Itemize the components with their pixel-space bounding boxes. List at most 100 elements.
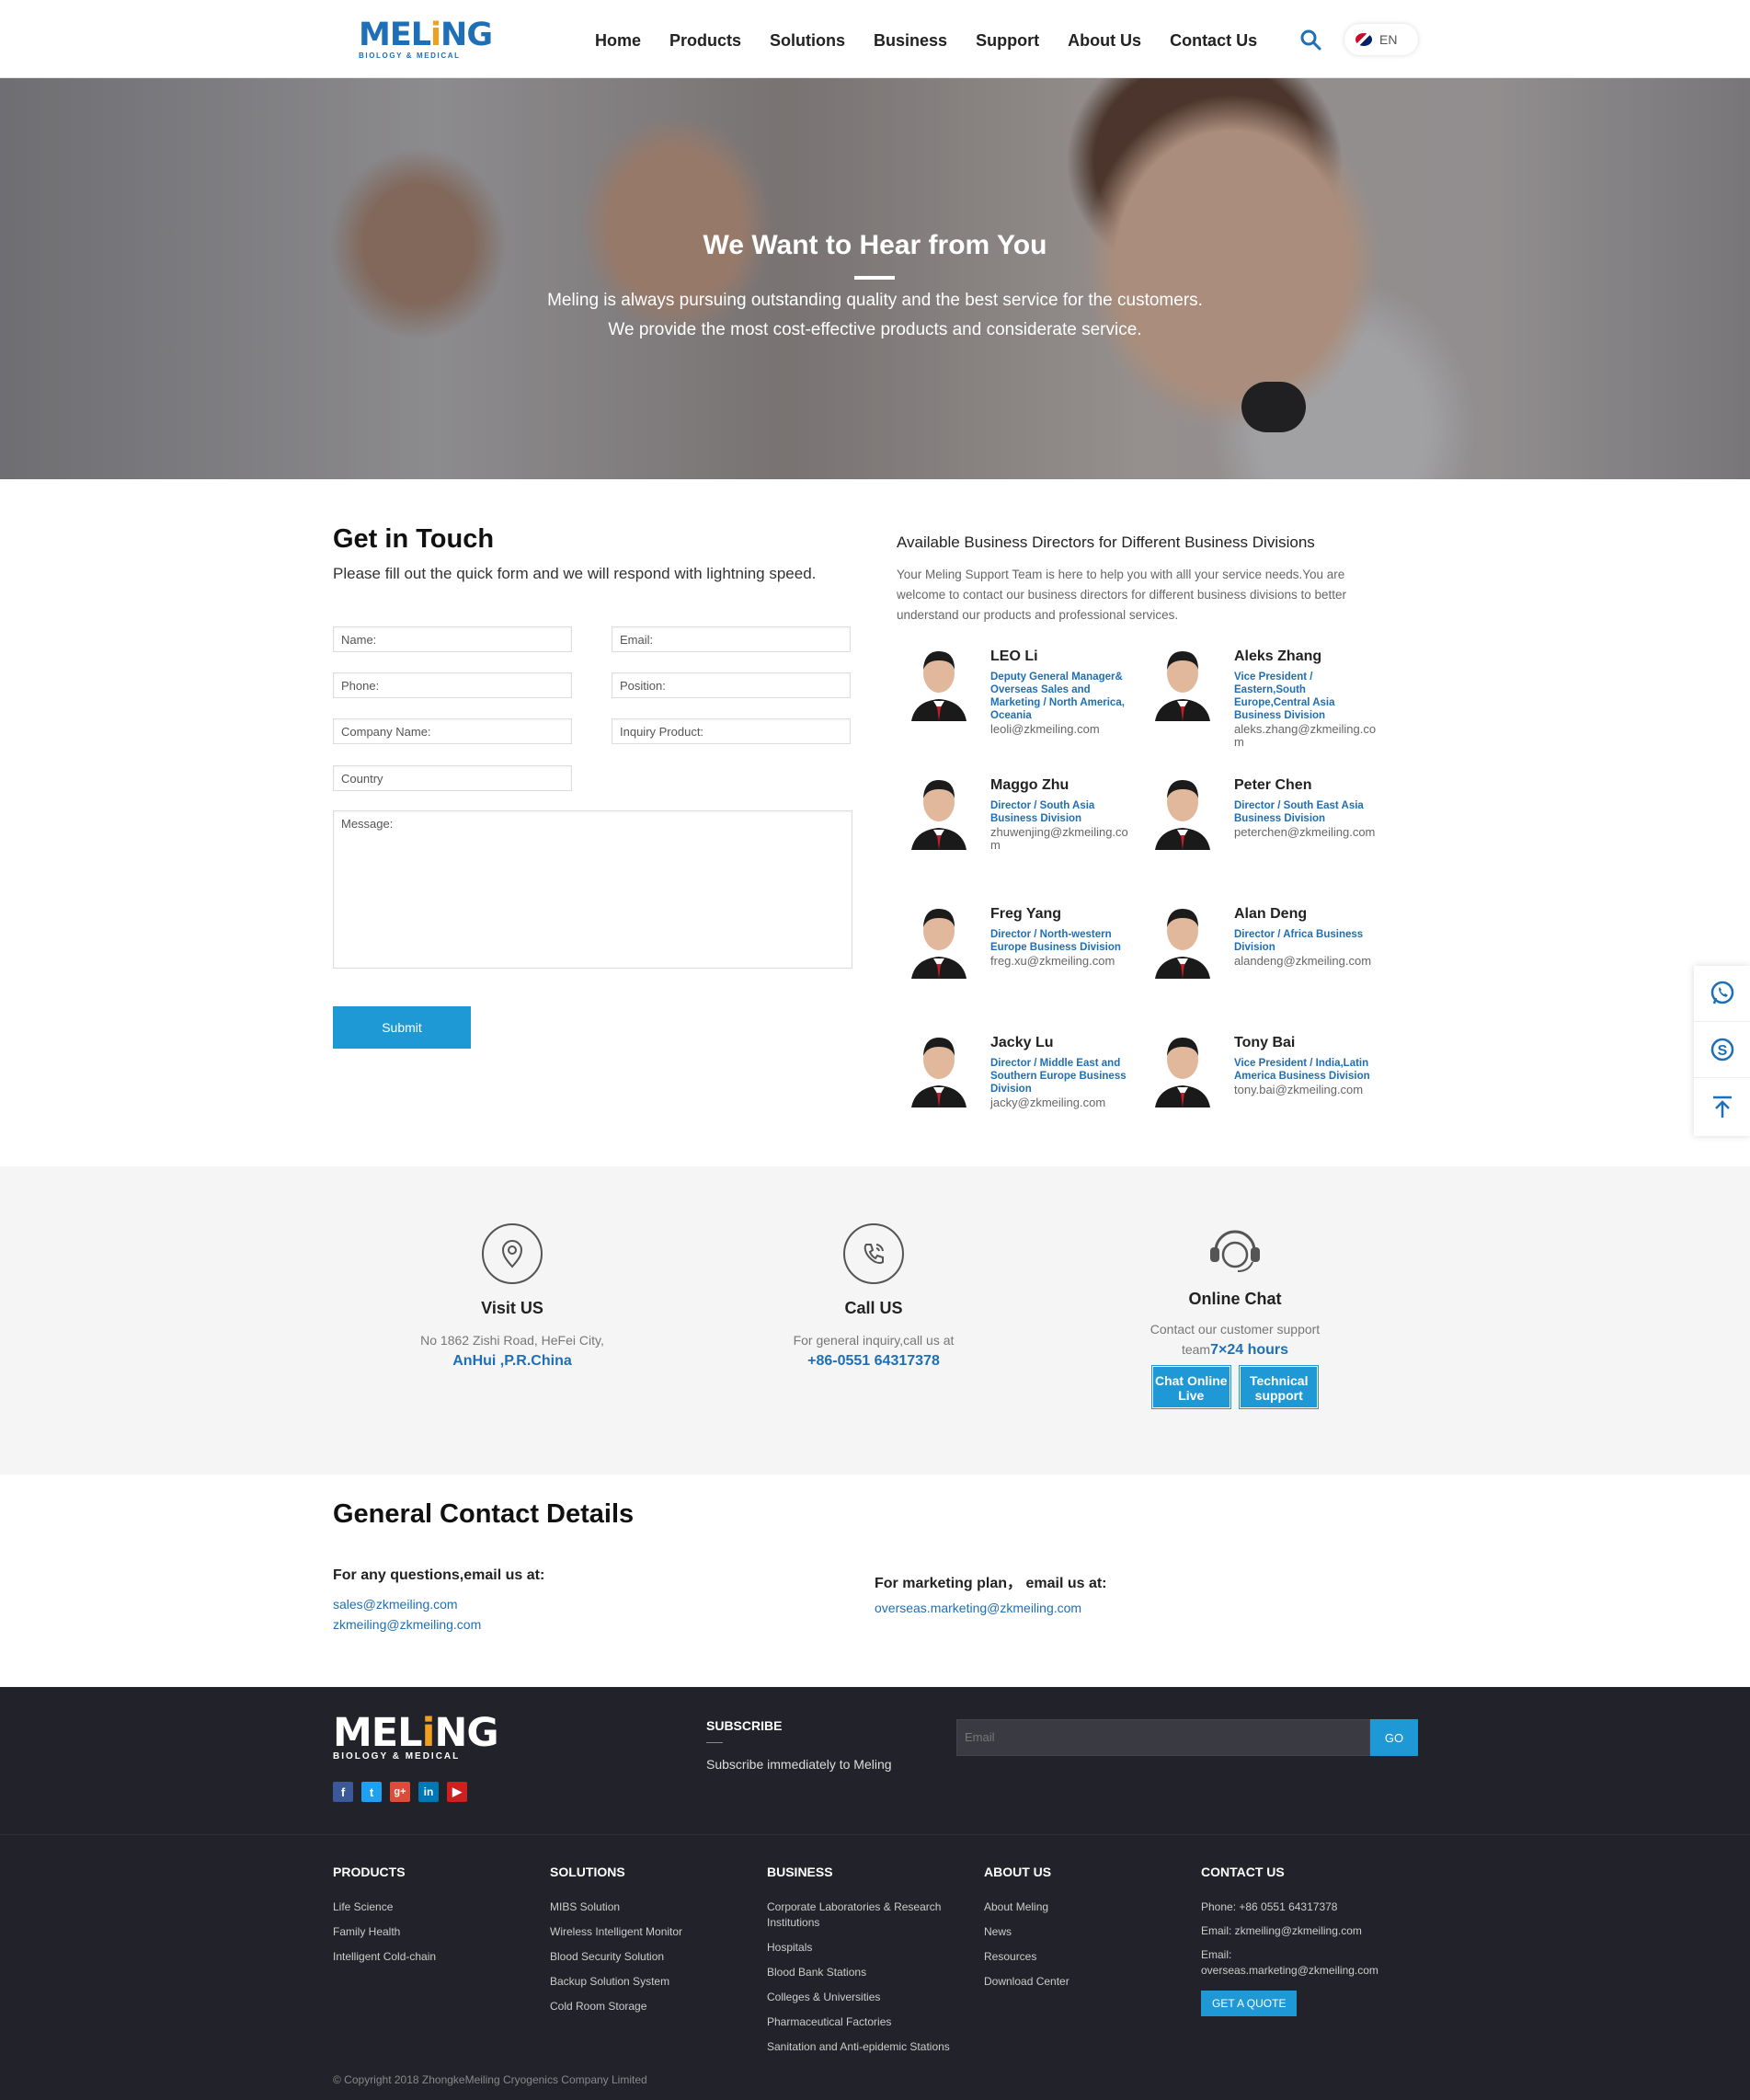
footer-link[interactable]: Cold Room Storage (550, 1999, 752, 2014)
site-footer: MELiNG BIOLOGY & MEDICAL f t g+ in ▶ SUB… (0, 1687, 1750, 2100)
footer-link[interactable]: Sanitation and Anti-epidemic Stations (767, 2039, 960, 2055)
footer-link[interactable]: Download Center (984, 1974, 1186, 1990)
nav-home[interactable]: Home (595, 31, 641, 51)
director-avatar (906, 1028, 972, 1107)
visit-us-location: AnHui ,P.R.China (452, 1353, 572, 1369)
director-role: Deputy General Manager& Overseas Sales a… (990, 671, 1138, 736)
footer-link[interactable]: Wireless Intelligent Monitor (550, 1924, 752, 1940)
contact-band: Visit US No 1862 Zishi Road, HeFei City,… (0, 1166, 1750, 1475)
subscribe-email-input[interactable]: Email (956, 1719, 1370, 1756)
submit-button[interactable]: Submit (333, 1006, 471, 1049)
footer-link[interactable]: Backup Solution System (550, 1974, 752, 1990)
director-card: Alan Deng Director / Africa Business Divi… (1140, 900, 1379, 1010)
svg-text:S: S (1717, 1043, 1727, 1059)
online-chat-hours: team7×24 hours (1181, 1342, 1289, 1358)
footer-link[interactable]: Intelligent Cold-chain (333, 1949, 535, 1965)
marketing-label: For marketing plan， email us at: (875, 1576, 1107, 1591)
footer-link[interactable]: Life Science (333, 1899, 535, 1915)
chat-online-live-button[interactable]: Chat Online Live (1150, 1365, 1231, 1409)
footer-column-title: PRODUCTS (333, 1865, 406, 1879)
director-email[interactable]: zhuwenjing@zkmeiling.com (990, 826, 1138, 852)
nav-products[interactable]: Products (669, 31, 741, 51)
director-card: LEO Li Deputy General Manager& Overseas S… (897, 642, 1136, 752)
marketing-email-link[interactable]: overseas.marketing@zkmeiling.com (875, 1601, 1081, 1615)
country-field[interactable]: Country (333, 765, 572, 791)
director-email[interactable]: jacky@zkmeiling.com (990, 1096, 1138, 1109)
footer-link[interactable]: Resources (984, 1949, 1186, 1965)
footer-link[interactable]: MIBS Solution (550, 1899, 752, 1915)
message-field[interactable]: Message: (333, 810, 852, 969)
subscribe-text: Subscribe immediately to Meling (706, 1757, 892, 1772)
director-email[interactable]: peterchen@zkmeiling.com (1234, 826, 1381, 839)
director-card: Jacky Lu Director / Middle East and South… (897, 1028, 1136, 1139)
language-switcher[interactable]: EN (1344, 24, 1418, 55)
nav-business[interactable]: Business (874, 31, 947, 51)
director-email[interactable]: tony.bai@zkmeiling.com (1234, 1084, 1381, 1096)
sales-email-link[interactable]: sales@zkmeiling.com (333, 1597, 458, 1612)
inquiry-product-field[interactable]: Inquiry Product: (612, 718, 851, 744)
director-avatar (1150, 771, 1216, 850)
zkmeiling-email-link[interactable]: zkmeiling@zkmeiling.com (333, 1617, 481, 1632)
footer-link[interactable]: About Meling (984, 1899, 1186, 1915)
search-icon[interactable] (1299, 29, 1321, 51)
call-us-number[interactable]: +86-0551 64317378 (736, 1353, 1012, 1370)
hero-banner: We Want to Hear from You Meling is alway… (0, 78, 1750, 479)
director-card: Peter Chen Director / South East Asia Bus… (1140, 771, 1379, 881)
position-field[interactable]: Position: (612, 672, 851, 698)
director-name: Maggo Zhu (990, 777, 1069, 793)
director-email[interactable]: leoli@zkmeiling.com (990, 723, 1138, 736)
questions-label: For any questions,email us at: (333, 1567, 545, 1583)
director-email[interactable]: aleks.zhang@zkmeiling.com (1234, 723, 1381, 749)
director-avatar (906, 642, 972, 721)
twitter-icon[interactable]: t (361, 1782, 382, 1802)
director-role: Director / Africa Business Division aland… (1234, 928, 1381, 968)
footer-logo[interactable]: MELiNG BIOLOGY & MEDICAL (333, 1714, 499, 1762)
footer-link[interactable]: Colleges & Universities (767, 1990, 960, 2005)
email-field[interactable]: Email: (612, 626, 851, 652)
site-logo[interactable]: MELiNG BIOLOGY & MEDICAL (359, 19, 493, 61)
nav-contact-us[interactable]: Contact Us (1170, 31, 1257, 51)
nav-support[interactable]: Support (976, 31, 1039, 51)
footer-link[interactable]: Family Health (333, 1924, 535, 1940)
nav-about-us[interactable]: About Us (1068, 31, 1141, 51)
footer-link[interactable]: Email: zkmeiling@zkmeiling.com (1201, 1923, 1403, 1939)
footer-link[interactable]: Blood Bank Stations (767, 1965, 960, 1980)
language-label: EN (1379, 32, 1398, 47)
footer-column-title: BUSINESS (767, 1865, 833, 1879)
footer-link[interactable]: Pharmaceutical Factories (767, 2014, 960, 2030)
director-name: LEO Li (990, 648, 1038, 664)
subscribe-go-button[interactable]: GO (1370, 1719, 1418, 1756)
footer-link[interactable]: News (984, 1924, 1186, 1940)
footer-column-solutions: SOLUTIONS MIBS Solution Wireless Intellige… (550, 1865, 752, 2024)
director-name: Alan Deng (1234, 906, 1308, 922)
call-us-box: Call US For general inquiry,call us at +… (736, 1223, 1012, 1370)
name-field[interactable]: Name: (333, 626, 572, 652)
footer-link[interactable]: Phone: +86 0551 64317378 (1201, 1899, 1403, 1915)
call-us-text: For general inquiry,call us at (793, 1333, 955, 1348)
footer-link[interactable]: Email: overseas.marketing@zkmeiling.com (1201, 1947, 1403, 1979)
uk-flag-icon (1355, 33, 1372, 46)
director-card: Freg Yang Director / North-western Europe… (897, 900, 1136, 1010)
company-field[interactable]: Company Name: (333, 718, 572, 744)
facebook-icon[interactable]: f (333, 1782, 353, 1802)
director-avatar (1150, 642, 1216, 721)
whatsapp-icon[interactable] (1694, 966, 1750, 1022)
google-plus-icon[interactable]: g+ (390, 1782, 410, 1802)
footer-column-about-us: ABOUT US About Meling News Resources Downloa… (984, 1865, 1186, 1999)
footer-link[interactable]: Corporate Laboratories & Research Instit… (767, 1899, 960, 1931)
nav-solutions[interactable]: Solutions (770, 31, 845, 51)
youtube-icon[interactable]: ▶ (447, 1782, 467, 1802)
footer-link[interactable]: Blood Security Solution (550, 1949, 752, 1965)
director-email[interactable]: freg.xu@zkmeiling.com (990, 955, 1138, 968)
director-avatar (1150, 900, 1216, 979)
phone-field[interactable]: Phone: (333, 672, 572, 698)
floating-sidebar: S (1694, 966, 1750, 1136)
technical-support-button[interactable]: Technical support (1239, 1365, 1320, 1409)
back-to-top-icon[interactable] (1694, 1078, 1750, 1134)
footer-link[interactable]: Hospitals (767, 1940, 960, 1956)
skype-icon[interactable]: S (1694, 1022, 1750, 1078)
director-email[interactable]: alandeng@zkmeiling.com (1234, 955, 1381, 968)
linkedin-icon[interactable]: in (418, 1782, 439, 1802)
directors-title: Available Business Directors for Differe… (897, 534, 1315, 551)
get-a-quote-button[interactable]: GET A QUOTE (1201, 1991, 1298, 2016)
